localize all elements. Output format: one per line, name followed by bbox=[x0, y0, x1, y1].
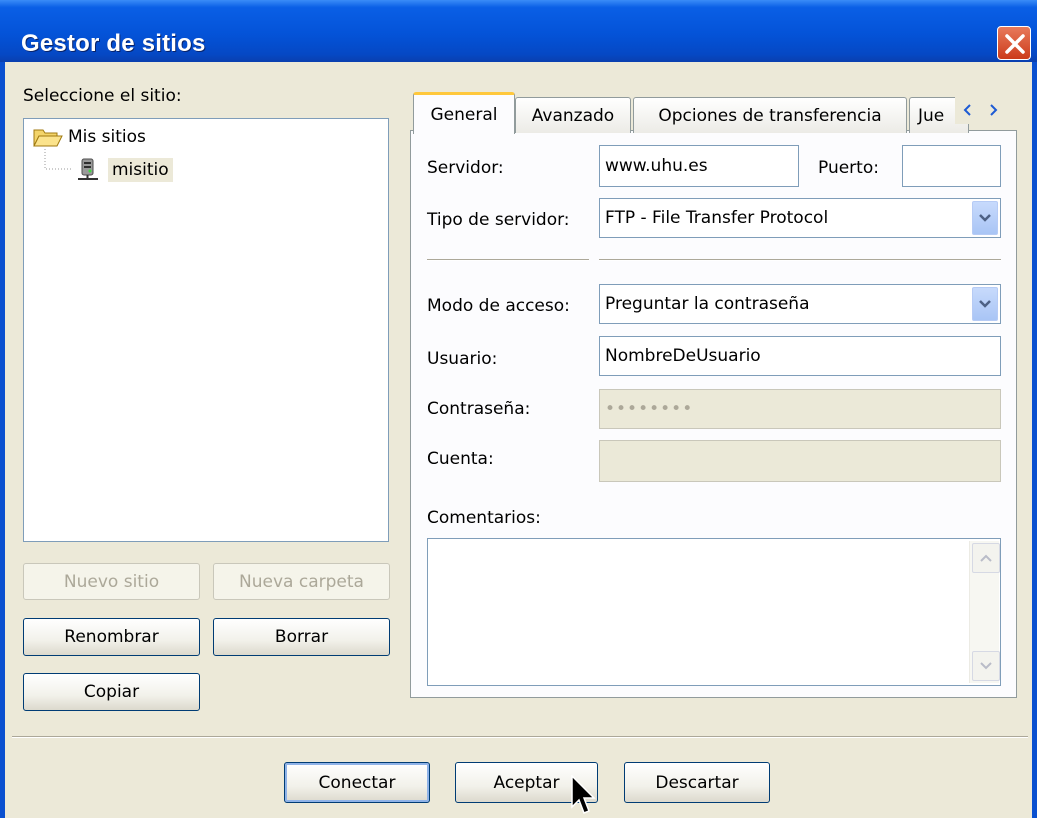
tab-scroll-arrows[interactable] bbox=[955, 96, 1006, 124]
server-icon bbox=[78, 158, 98, 180]
window-title: Gestor de sitios bbox=[21, 30, 206, 57]
access-mode-select[interactable]: Preguntar la contraseña bbox=[599, 284, 1001, 324]
scroll-down-button[interactable] bbox=[972, 651, 1000, 681]
server-type-value: FTP - File Transfer Protocol bbox=[605, 208, 829, 228]
separator-right bbox=[599, 259, 1001, 261]
chevron-down-icon bbox=[979, 300, 991, 308]
mouse-cursor-icon bbox=[571, 775, 596, 814]
delete-button[interactable]: Borrar bbox=[213, 618, 390, 656]
new-folder-button[interactable]: Nueva carpeta bbox=[213, 563, 390, 600]
server-type-dropdown-button[interactable] bbox=[972, 201, 998, 235]
tree-item-mis-sitios[interactable]: Mis sitios bbox=[33, 126, 146, 148]
password-label: Contraseña: bbox=[427, 399, 531, 419]
tree-item-misitio[interactable]: misitio bbox=[76, 157, 173, 183]
server-type-label: Tipo de servidor: bbox=[427, 210, 570, 230]
scroll-up-button[interactable] bbox=[972, 543, 1000, 573]
account-label: Cuenta: bbox=[427, 449, 494, 469]
port-input[interactable] bbox=[902, 145, 1001, 187]
close-icon bbox=[1005, 34, 1025, 54]
scroll-up-icon bbox=[980, 554, 992, 562]
password-input[interactable]: •••••••• bbox=[599, 389, 1001, 429]
server-type-select[interactable]: FTP - File Transfer Protocol bbox=[599, 198, 1001, 238]
new-site-button[interactable]: Nuevo sitio bbox=[23, 563, 200, 600]
tree-child-label: misitio bbox=[108, 158, 173, 182]
comments-textarea[interactable] bbox=[427, 538, 1001, 686]
account-input[interactable] bbox=[599, 440, 1001, 482]
folder-open-icon bbox=[33, 129, 63, 147]
tab-opciones-transferencia[interactable]: Opciones de transferencia bbox=[633, 97, 907, 133]
window-border-right bbox=[1032, 62, 1037, 818]
tree-root-label: Mis sitios bbox=[68, 127, 146, 147]
close-button[interactable] bbox=[997, 26, 1031, 60]
tree-connector bbox=[44, 149, 72, 170]
chevron-down-icon bbox=[979, 214, 991, 222]
server-label: Servidor: bbox=[427, 158, 504, 178]
comments-label: Comentarios: bbox=[427, 508, 541, 528]
connect-button[interactable]: Conectar bbox=[284, 762, 430, 803]
arrow-right-icon[interactable] bbox=[986, 103, 1000, 117]
rename-button[interactable]: Renombrar bbox=[23, 618, 200, 656]
tab-general[interactable]: General bbox=[413, 92, 515, 134]
site-tree[interactable]: Mis sitios misitio bbox=[23, 118, 389, 542]
user-label: Usuario: bbox=[427, 349, 498, 369]
access-mode-value: Preguntar la contraseña bbox=[605, 294, 810, 314]
comments-scrollbar[interactable] bbox=[969, 541, 1000, 683]
scroll-down-icon bbox=[980, 662, 992, 670]
copy-button[interactable]: Copiar bbox=[23, 673, 200, 711]
select-site-label: Seleccione el sitio: bbox=[23, 86, 182, 106]
tab-avanzado[interactable]: Avanzado bbox=[515, 97, 631, 133]
access-mode-label: Modo de acceso: bbox=[427, 296, 570, 316]
port-label: Puerto: bbox=[818, 158, 879, 178]
user-input[interactable]: NombreDeUsuario bbox=[599, 336, 1001, 376]
separator-left bbox=[427, 259, 589, 261]
server-input[interactable]: www.uhu.es bbox=[599, 145, 799, 187]
footer-separator bbox=[12, 736, 1028, 738]
discard-button[interactable]: Descartar bbox=[624, 762, 770, 803]
access-mode-dropdown-button[interactable] bbox=[972, 287, 998, 321]
window-border-left bbox=[0, 62, 5, 818]
arrow-left-icon[interactable] bbox=[961, 103, 975, 117]
